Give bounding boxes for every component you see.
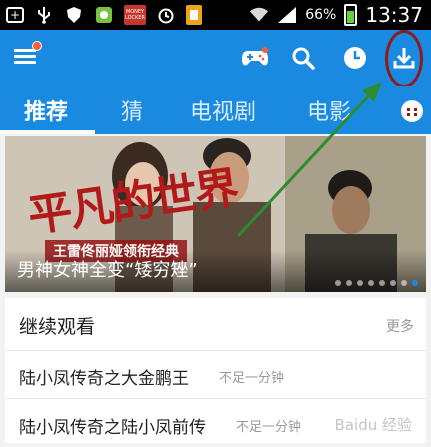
tab-tv-series[interactable]: 电视剧: [190, 94, 256, 126]
notification-dot: [32, 41, 42, 51]
page-dot: [368, 280, 374, 286]
wifi-icon: [249, 6, 269, 24]
battery-icon: [344, 4, 358, 26]
list-item[interactable]: 陆小凤传奇之大金鹏王 不足一分钟: [5, 352, 426, 399]
continue-watching-section: 继续观看 更多 陆小凤传奇之大金鹏王 不足一分钟 陆小凤传奇之陆小凤前传 不足一…: [5, 298, 426, 443]
page-dot: [357, 280, 363, 286]
more-options-button[interactable]: [401, 100, 423, 122]
tab-movies[interactable]: 电影: [307, 94, 351, 126]
section-title: 继续观看: [19, 316, 96, 338]
game-controller-icon: [242, 47, 268, 66]
app-bar: [0, 30, 431, 86]
continue-watching-header: 继续观看 更多: [5, 298, 426, 351]
watermark: Baidu 经验: [334, 416, 412, 434]
search-button[interactable]: [285, 40, 321, 76]
history-clock-icon: [344, 47, 366, 69]
category-tabs: 推荐 猜 电视剧 电影: [0, 86, 431, 134]
search-icon: [292, 47, 315, 70]
page-dot: [346, 280, 352, 286]
watch-progress: 不足一分钟: [219, 371, 285, 386]
menu-icon-line: [14, 61, 36, 64]
download-icon: [393, 48, 415, 69]
download-button[interactable]: [386, 40, 422, 76]
clock-time: 13:37: [365, 3, 423, 27]
more-link[interactable]: 更多: [386, 316, 414, 336]
video-title: 陆小凤传奇之陆小凤前传: [19, 418, 206, 438]
more-dots-icon: [407, 108, 417, 116]
tab-guess[interactable]: 猜: [121, 94, 143, 126]
page-dot-active: [412, 280, 418, 286]
page-dot: [379, 280, 385, 286]
money-locker-icon: MONEY LOCKER: [124, 5, 146, 25]
page-dot: [390, 280, 396, 286]
menu-icon-line: [14, 55, 36, 58]
add-box-icon: +: [6, 7, 24, 23]
video-title: 陆小凤传奇之大金鹏王: [19, 369, 189, 389]
usb-icon: [34, 6, 54, 24]
shield-icon: [64, 6, 84, 24]
menu-button[interactable]: [14, 41, 42, 65]
game-button[interactable]: [237, 40, 273, 76]
watch-progress: 不足一分钟: [236, 420, 302, 435]
signal-icon: [277, 6, 297, 24]
app-icon: [94, 6, 114, 24]
history-button[interactable]: [337, 40, 373, 76]
status-bar: + MONEY LOCKER 66% 13:37: [0, 0, 431, 30]
active-tab-indicator: [0, 130, 95, 134]
tab-recommend[interactable]: 推荐: [24, 94, 68, 126]
page-dot: [335, 280, 341, 286]
alarm-icon: [156, 6, 176, 24]
page-dot: [401, 280, 407, 286]
banner-caption: 男神女神全变“矮穷矬”: [17, 260, 198, 281]
document-icon: [186, 5, 202, 25]
featured-banner[interactable]: 平凡的世界 王雷佟丽娅领衔经典 男神女神全变“矮穷矬”: [5, 136, 426, 292]
banner-page-indicator: [335, 280, 418, 286]
battery-percent: 66%: [305, 7, 337, 23]
